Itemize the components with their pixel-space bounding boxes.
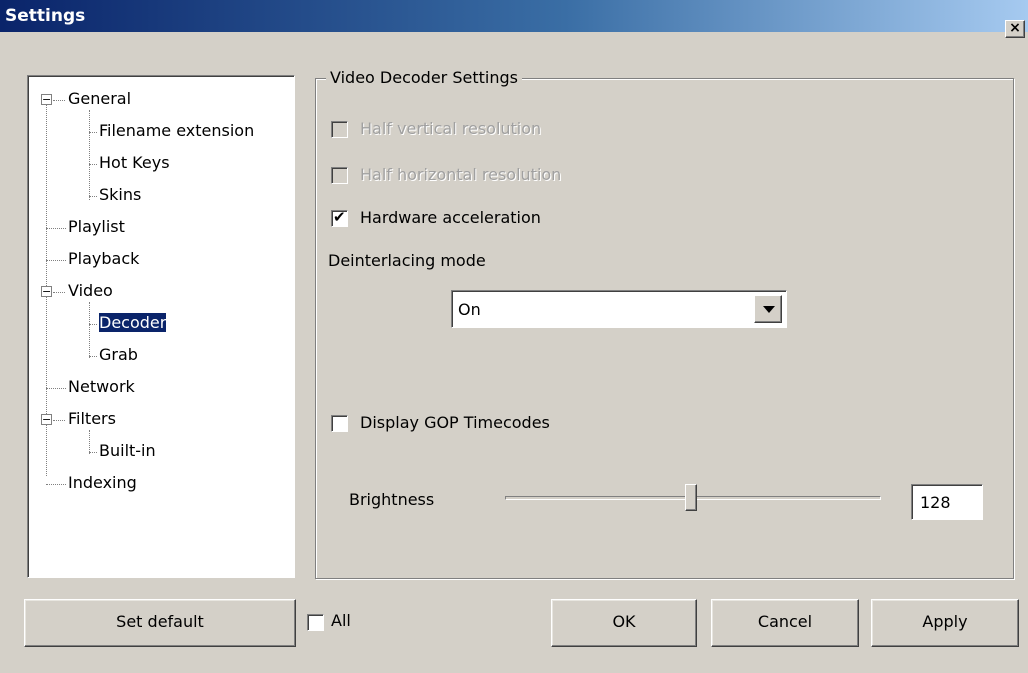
chevron-down-icon bbox=[763, 306, 775, 313]
tree-line bbox=[89, 196, 97, 197]
cancel-button[interactable]: Cancel bbox=[711, 599, 859, 647]
hardware-acceleration-checkbox[interactable]: ✔ bbox=[331, 208, 348, 227]
brightness-slider-thumb[interactable] bbox=[685, 484, 697, 511]
brightness-label: Brightness bbox=[349, 490, 435, 509]
tree-line bbox=[53, 100, 65, 101]
tree-line bbox=[46, 484, 66, 485]
deinterlacing-mode-value: On bbox=[458, 300, 481, 319]
collapse-icon[interactable]: − bbox=[41, 94, 52, 105]
tree-line bbox=[89, 302, 90, 358]
tree-line bbox=[46, 228, 66, 229]
tree-item-filename-extension[interactable]: Filename extension bbox=[99, 120, 254, 142]
collapse-icon[interactable]: − bbox=[41, 414, 52, 425]
title-bar: Settings bbox=[0, 0, 1028, 32]
tree-line bbox=[89, 452, 97, 453]
tree-item-grab[interactable]: Grab bbox=[99, 344, 138, 366]
display-gop-timecodes-label: Display GOP Timecodes bbox=[360, 413, 550, 432]
tree-item-indexing[interactable]: Indexing bbox=[68, 472, 137, 494]
tree-line bbox=[89, 164, 97, 165]
half-horizontal-label: Half horizontal resolution bbox=[360, 165, 562, 184]
tree-item-playlist[interactable]: Playlist bbox=[68, 216, 125, 238]
dropdown-button[interactable] bbox=[754, 295, 782, 323]
tree-line bbox=[46, 260, 66, 261]
tree-line bbox=[89, 324, 97, 325]
half-vertical-checkbox[interactable] bbox=[331, 121, 348, 138]
tree-item-hot-keys[interactable]: Hot Keys bbox=[99, 152, 170, 174]
brightness-value-field[interactable]: 128 bbox=[911, 484, 983, 520]
tree-item-network[interactable]: Network bbox=[68, 376, 135, 398]
deinterlacing-mode-select[interactable]: On bbox=[451, 290, 787, 328]
tree-line bbox=[89, 132, 97, 133]
settings-tree[interactable]: − General Filename extension Hot Keys Sk… bbox=[27, 75, 295, 578]
ok-button[interactable]: OK bbox=[551, 599, 697, 647]
tree-line bbox=[89, 110, 90, 200]
tree-line bbox=[53, 420, 65, 421]
tree-item-playback[interactable]: Playback bbox=[68, 248, 139, 270]
close-icon: × bbox=[1009, 20, 1021, 36]
deinterlacing-mode-label: Deinterlacing mode bbox=[328, 251, 486, 270]
tree-item-skins[interactable]: Skins bbox=[99, 184, 141, 206]
tree-item-decoder[interactable]: Decoder bbox=[97, 312, 168, 334]
window-title: Settings bbox=[5, 6, 86, 26]
close-button[interactable]: × bbox=[1005, 20, 1025, 38]
hardware-acceleration-label: Hardware acceleration bbox=[360, 208, 541, 227]
tree-item-video[interactable]: Video bbox=[68, 280, 113, 302]
tree-item-general[interactable]: General bbox=[68, 88, 131, 110]
tree-line bbox=[46, 388, 66, 389]
half-horizontal-checkbox[interactable] bbox=[331, 167, 348, 184]
collapse-icon[interactable]: − bbox=[41, 286, 52, 297]
group-title: Video Decoder Settings bbox=[326, 68, 522, 87]
tree-line bbox=[89, 430, 90, 454]
tree-item-built-in[interactable]: Built-in bbox=[99, 440, 156, 462]
display-gop-timecodes-checkbox[interactable] bbox=[331, 415, 348, 432]
all-checkbox[interactable] bbox=[307, 614, 324, 631]
apply-button[interactable]: Apply bbox=[871, 599, 1019, 647]
half-vertical-label: Half vertical resolution bbox=[360, 119, 542, 138]
brightness-value: 128 bbox=[920, 493, 951, 512]
tree-item-filters[interactable]: Filters bbox=[68, 408, 116, 430]
check-icon: ✔ bbox=[333, 208, 346, 226]
tree-line bbox=[53, 292, 65, 293]
set-default-button[interactable]: Set default bbox=[24, 599, 296, 647]
tree-line bbox=[89, 356, 97, 357]
all-label: All bbox=[331, 611, 351, 630]
